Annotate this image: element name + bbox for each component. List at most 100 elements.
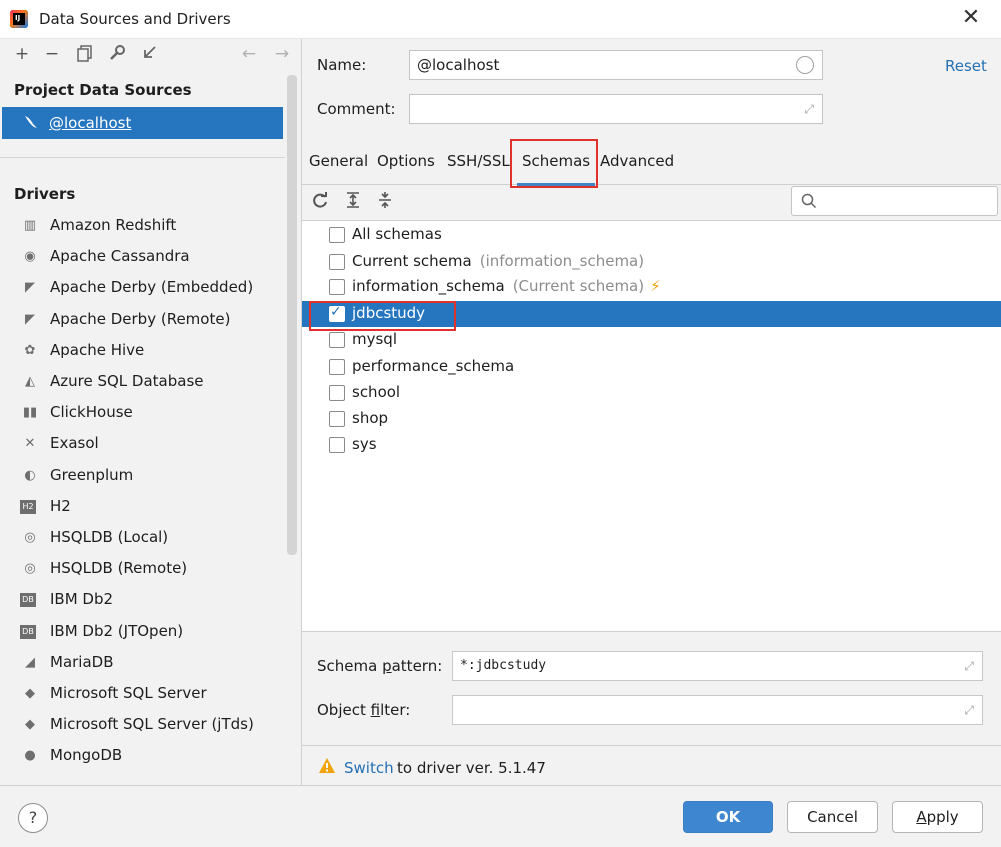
driver-label: Apache Hive: [50, 340, 145, 359]
switch-driver-link[interactable]: Switch: [344, 759, 394, 777]
hsqldb-icon: ◎: [24, 561, 36, 577]
schema-checkbox[interactable]: [329, 359, 345, 375]
schema-checkbox[interactable]: [329, 411, 345, 427]
expand-all-icon[interactable]: [343, 191, 363, 211]
ok-button[interactable]: OK: [683, 801, 773, 833]
tab-advanced[interactable]: Advanced: [600, 152, 674, 170]
scrollbar[interactable]: [287, 75, 297, 555]
driver-label: Apache Cassandra: [50, 247, 190, 266]
divider: [302, 745, 1001, 746]
driver-label: H2: [50, 496, 71, 515]
schema-note: (information_schema): [479, 252, 645, 270]
data-source-label: @localhost: [49, 114, 132, 132]
driver-item[interactable]: ▮▮ ClickHouse: [20, 398, 285, 429]
driver-label: Exasol: [50, 434, 99, 453]
schema-search-input[interactable]: [791, 186, 998, 216]
reset-link[interactable]: Reset: [945, 57, 987, 75]
name-field[interactable]: @localhost: [409, 50, 823, 80]
remove-icon[interactable]: −: [42, 44, 62, 64]
comment-field[interactable]: ⤢: [409, 94, 823, 124]
driver-label: MariaDB: [50, 652, 114, 671]
driver-item[interactable]: ◐ Greenplum: [20, 461, 285, 492]
collapse-all-icon[interactable]: [375, 191, 395, 211]
forward-arrow-icon[interactable]: →: [272, 44, 292, 64]
app-logo-icon: IJ: [10, 10, 28, 28]
driver-item[interactable]: ● MongoDB: [20, 741, 285, 772]
driver-item[interactable]: ◆ Microsoft SQL Server: [20, 679, 285, 710]
schema-row[interactable]: All schemas: [302, 222, 1001, 248]
h2-icon: H2: [20, 499, 36, 514]
search-icon: [801, 193, 817, 209]
redshift-icon: ▥: [23, 218, 37, 233]
duplicate-icon[interactable]: [75, 44, 95, 64]
schema-label: shop: [352, 409, 389, 427]
driver-item[interactable]: ◎ HSQLDB (Local): [20, 523, 285, 554]
derby-icon: ◤: [25, 311, 35, 327]
driver-item[interactable]: DB IBM Db2: [20, 585, 285, 616]
schema-name: shop: [352, 409, 388, 427]
object-filter-field[interactable]: ⤢: [452, 695, 983, 725]
mariadb-icon: ◢: [25, 654, 35, 670]
schema-checkbox[interactable]: [329, 385, 345, 401]
tab-general[interactable]: General: [309, 152, 368, 170]
schema-checkbox[interactable]: [329, 227, 345, 243]
name-label: Name:: [317, 56, 367, 74]
driver-item[interactable]: ◢ MariaDB: [20, 648, 285, 679]
driver-item[interactable]: ◤ Apache Derby (Embedded): [20, 273, 285, 304]
import-icon[interactable]: [139, 44, 159, 64]
schema-pattern-field[interactable]: *:jdbcstudy ⤢: [452, 651, 983, 681]
expand-icon[interactable]: ⤢: [964, 703, 974, 718]
data-source-item-localhost[interactable]: @localhost: [2, 107, 283, 139]
mysql-dolphin-icon: [25, 116, 37, 128]
exasol-icon: ✕: [24, 436, 36, 452]
driver-version-text: to driver ver. 5.1.47: [397, 759, 546, 777]
cancel-button[interactable]: Cancel: [787, 801, 878, 833]
driver-item[interactable]: ✕ Exasol: [20, 429, 285, 460]
wrench-icon[interactable]: [107, 44, 127, 64]
refresh-icon[interactable]: [310, 191, 330, 211]
tab-options[interactable]: Options: [377, 152, 435, 170]
tab-ssh-ssl[interactable]: SSH/SSL: [447, 152, 510, 170]
schema-row[interactable]: performance_schema: [302, 354, 1001, 380]
schema-row[interactable]: Current schema (information_schema): [302, 249, 1001, 275]
close-icon[interactable]: ✕: [960, 6, 982, 30]
driver-item[interactable]: ✿ Apache Hive: [20, 336, 285, 367]
driver-item[interactable]: ▥ Amazon Redshift: [20, 211, 285, 242]
driver-item[interactable]: H2 H2: [20, 492, 285, 523]
apply-button[interactable]: Apply: [892, 801, 983, 833]
add-icon[interactable]: +: [12, 44, 32, 64]
schema-row[interactable]: shop: [302, 406, 1001, 432]
schema-name: mysql: [352, 330, 397, 348]
expand-icon[interactable]: ⤢: [964, 659, 974, 674]
driver-item[interactable]: ◎ HSQLDB (Remote): [20, 554, 285, 585]
driver-item[interactable]: ◉ Apache Cassandra: [20, 242, 285, 273]
title-bar: IJ Data Sources and Drivers ✕: [0, 0, 1001, 39]
db2-icon: DB: [20, 624, 36, 639]
driver-item[interactable]: ◤ Apache Derby (Remote): [20, 305, 285, 336]
expand-icon[interactable]: ⤢: [804, 102, 814, 117]
object-filter-label: Object filter:: [317, 701, 411, 719]
warning-icon: [319, 758, 335, 773]
schema-row[interactable]: school: [302, 380, 1001, 406]
schema-row[interactable]: sys: [302, 432, 1001, 458]
driver-label: Microsoft SQL Server (jTds): [50, 715, 254, 734]
color-circle-icon[interactable]: [796, 56, 814, 74]
window-title: Data Sources and Drivers: [39, 10, 231, 28]
driver-item[interactable]: ◆ Microsoft SQL Server (jTds): [20, 710, 285, 741]
driver-item[interactable]: ◭ Azure SQL Database: [20, 367, 285, 398]
schema-checkbox[interactable]: [329, 254, 345, 270]
back-arrow-icon[interactable]: ←: [239, 44, 259, 64]
schema-label: sys: [352, 435, 377, 453]
schema-name: sys: [352, 435, 377, 453]
schema-name: school: [352, 383, 400, 401]
greenplum-icon: ◐: [24, 467, 36, 483]
schema-checkbox[interactable]: [329, 279, 345, 295]
driver-item[interactable]: DB IBM Db2 (JTOpen): [20, 617, 285, 648]
help-button[interactable]: ?: [18, 803, 48, 833]
schema-pattern-label: Schema pattern:: [317, 657, 443, 675]
schema-checkbox[interactable]: [329, 332, 345, 348]
tab-divider: [302, 184, 1001, 185]
schema-row[interactable]: information_schema (Current schema) ⚡: [302, 274, 1001, 300]
schema-checkbox[interactable]: [329, 437, 345, 453]
project-data-sources-header: Project Data Sources: [14, 81, 192, 99]
